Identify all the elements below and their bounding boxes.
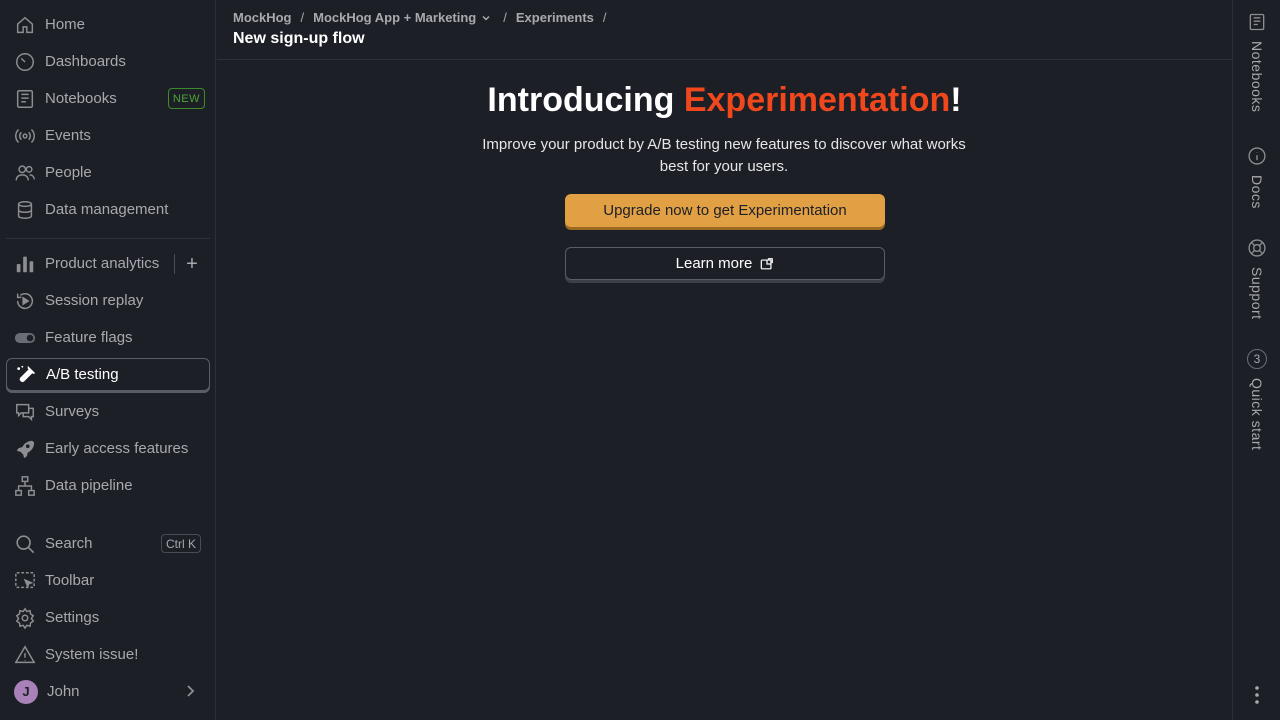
replay-icon xyxy=(14,290,36,312)
nav-label: Session replay xyxy=(45,292,144,309)
product-analytics-actions: + xyxy=(174,247,200,280)
toolbar-icon xyxy=(14,570,36,592)
breadcrumb-org[interactable]: MockHog xyxy=(233,10,292,25)
user-name: John xyxy=(47,683,80,700)
home-icon xyxy=(14,14,36,36)
nav-label: Notebooks xyxy=(45,90,117,107)
flask-icon xyxy=(15,364,37,386)
breadcrumb: MockHog / MockHog App + Marketing / Expe… xyxy=(233,10,616,25)
nav-label: Early access features xyxy=(45,440,189,457)
nav-feature-flags[interactable]: Feature flags xyxy=(6,321,210,354)
right-sidebar: Notebooks Docs Support 3 Quick start xyxy=(1232,0,1280,720)
nav-label: Surveys xyxy=(45,403,100,420)
side-panel-notebooks[interactable]: Notebooks xyxy=(1233,12,1280,112)
nav-label: Settings xyxy=(45,609,100,626)
nav-label: Feature flags xyxy=(45,329,133,346)
nav-label: Events xyxy=(45,127,91,144)
nav-product-analytics[interactable]: Product analytics + xyxy=(6,247,210,280)
nav-notebooks[interactable]: Notebooks NEW xyxy=(6,82,210,115)
people-icon xyxy=(14,162,36,184)
broadcast-icon xyxy=(14,125,36,147)
side-panel-label: Docs xyxy=(1249,175,1265,209)
pipeline-icon xyxy=(14,475,36,497)
side-panel-docs[interactable]: Docs xyxy=(1233,146,1280,209)
gear-icon xyxy=(14,607,36,629)
nav-label: Search xyxy=(45,535,93,552)
divider xyxy=(174,253,175,274)
nav-dashboards[interactable]: Dashboards xyxy=(6,45,210,78)
nav-events[interactable]: Events xyxy=(6,119,210,152)
learn-more-button[interactable]: Learn more xyxy=(565,247,885,280)
nav-early-access[interactable]: Early access features xyxy=(6,432,210,465)
nav-surveys[interactable]: Surveys xyxy=(6,395,210,428)
toggle-icon xyxy=(14,327,36,349)
nav-ab-testing[interactable]: A/B testing xyxy=(6,358,210,391)
user-menu[interactable]: J John xyxy=(6,675,210,708)
quick-start-count: 3 xyxy=(1247,349,1267,369)
nav-system-issue[interactable]: System issue! xyxy=(6,638,210,671)
breadcrumb-separator: / xyxy=(503,10,507,25)
nav-people[interactable]: People xyxy=(6,156,210,189)
learn-more-label: Learn more xyxy=(675,255,753,272)
left-sidebar: Home Dashboards Notebooks NEW Events Peo… xyxy=(0,0,216,720)
nav-label: People xyxy=(45,164,92,181)
upgrade-button-label: Upgrade now to get Experimentation xyxy=(603,202,847,219)
hero-title: Introducing Experimentation! xyxy=(217,81,1232,120)
avatar: J xyxy=(14,679,38,704)
nav-data-pipeline[interactable]: Data pipeline xyxy=(6,469,210,502)
nav-label: System issue! xyxy=(45,646,139,663)
nav-data-management[interactable]: Data management xyxy=(6,193,210,226)
nav-toolbar[interactable]: Toolbar xyxy=(6,564,210,597)
side-panel-support[interactable]: Support xyxy=(1233,238,1280,320)
hero-title-suffix: ! xyxy=(950,81,962,119)
add-insight-icon[interactable]: + xyxy=(184,254,200,274)
side-panel-label: Notebooks xyxy=(1249,41,1265,113)
notebook-icon xyxy=(14,88,36,110)
page-title: New sign-up flow xyxy=(233,30,365,47)
search-icon xyxy=(14,533,36,555)
notebook-icon xyxy=(1249,13,1265,31)
database-icon xyxy=(14,199,36,221)
hero-title-prefix: Introducing xyxy=(487,81,684,119)
bar-chart-icon xyxy=(14,253,36,275)
lifebuoy-icon xyxy=(1248,239,1266,257)
nav-label: Product analytics xyxy=(45,255,160,272)
hero-description: Improve your product by A/B testing new … xyxy=(482,136,966,175)
sidebar-divider xyxy=(6,238,210,239)
breadcrumb-separator: / xyxy=(300,10,305,25)
new-badge: NEW xyxy=(167,88,205,109)
info-icon xyxy=(1248,147,1266,165)
chevron-right-icon xyxy=(187,685,195,697)
rocket-icon xyxy=(14,438,36,460)
breadcrumb-project[interactable]: MockHog App + Marketing xyxy=(313,10,476,25)
main-content: Introducing Experimentation! Improve you… xyxy=(217,61,1232,720)
app-root: Home Dashboards Notebooks NEW Events Peo… xyxy=(0,0,1280,720)
side-panel-quick-start[interactable]: 3 Quick start xyxy=(1233,349,1280,450)
chat-bubbles-icon xyxy=(14,401,36,423)
side-panel-label: Support xyxy=(1249,267,1265,320)
nav-label: A/B testing xyxy=(46,366,119,383)
warning-icon xyxy=(14,644,36,666)
nav-session-replay[interactable]: Session replay xyxy=(6,284,210,317)
external-link-icon xyxy=(761,257,774,269)
nav-label: Toolbar xyxy=(45,572,95,589)
chevron-down-icon[interactable] xyxy=(481,13,491,23)
top-bar: MockHog / MockHog App + Marketing / Expe… xyxy=(217,0,1232,60)
nav-search[interactable]: Search Ctrl K xyxy=(6,527,210,560)
more-options-icon[interactable] xyxy=(1247,684,1267,706)
breadcrumb-separator: / xyxy=(602,10,607,25)
nav-label: Data pipeline xyxy=(45,477,133,494)
nav-label: Dashboards xyxy=(45,53,126,70)
nav-settings[interactable]: Settings xyxy=(6,601,210,634)
upgrade-button[interactable]: Upgrade now to get Experimentation xyxy=(565,194,885,227)
nav-label: Data management xyxy=(45,201,169,218)
side-panel-label: Quick start xyxy=(1249,378,1265,451)
dashboard-gauge-icon xyxy=(14,51,36,73)
nav-label: Home xyxy=(45,16,86,33)
nav-home[interactable]: Home xyxy=(6,8,210,41)
search-shortcut-hint: Ctrl K xyxy=(161,534,201,553)
hero-title-accent: Experimentation xyxy=(683,81,951,119)
breadcrumb-experiments[interactable]: Experiments xyxy=(516,10,594,25)
